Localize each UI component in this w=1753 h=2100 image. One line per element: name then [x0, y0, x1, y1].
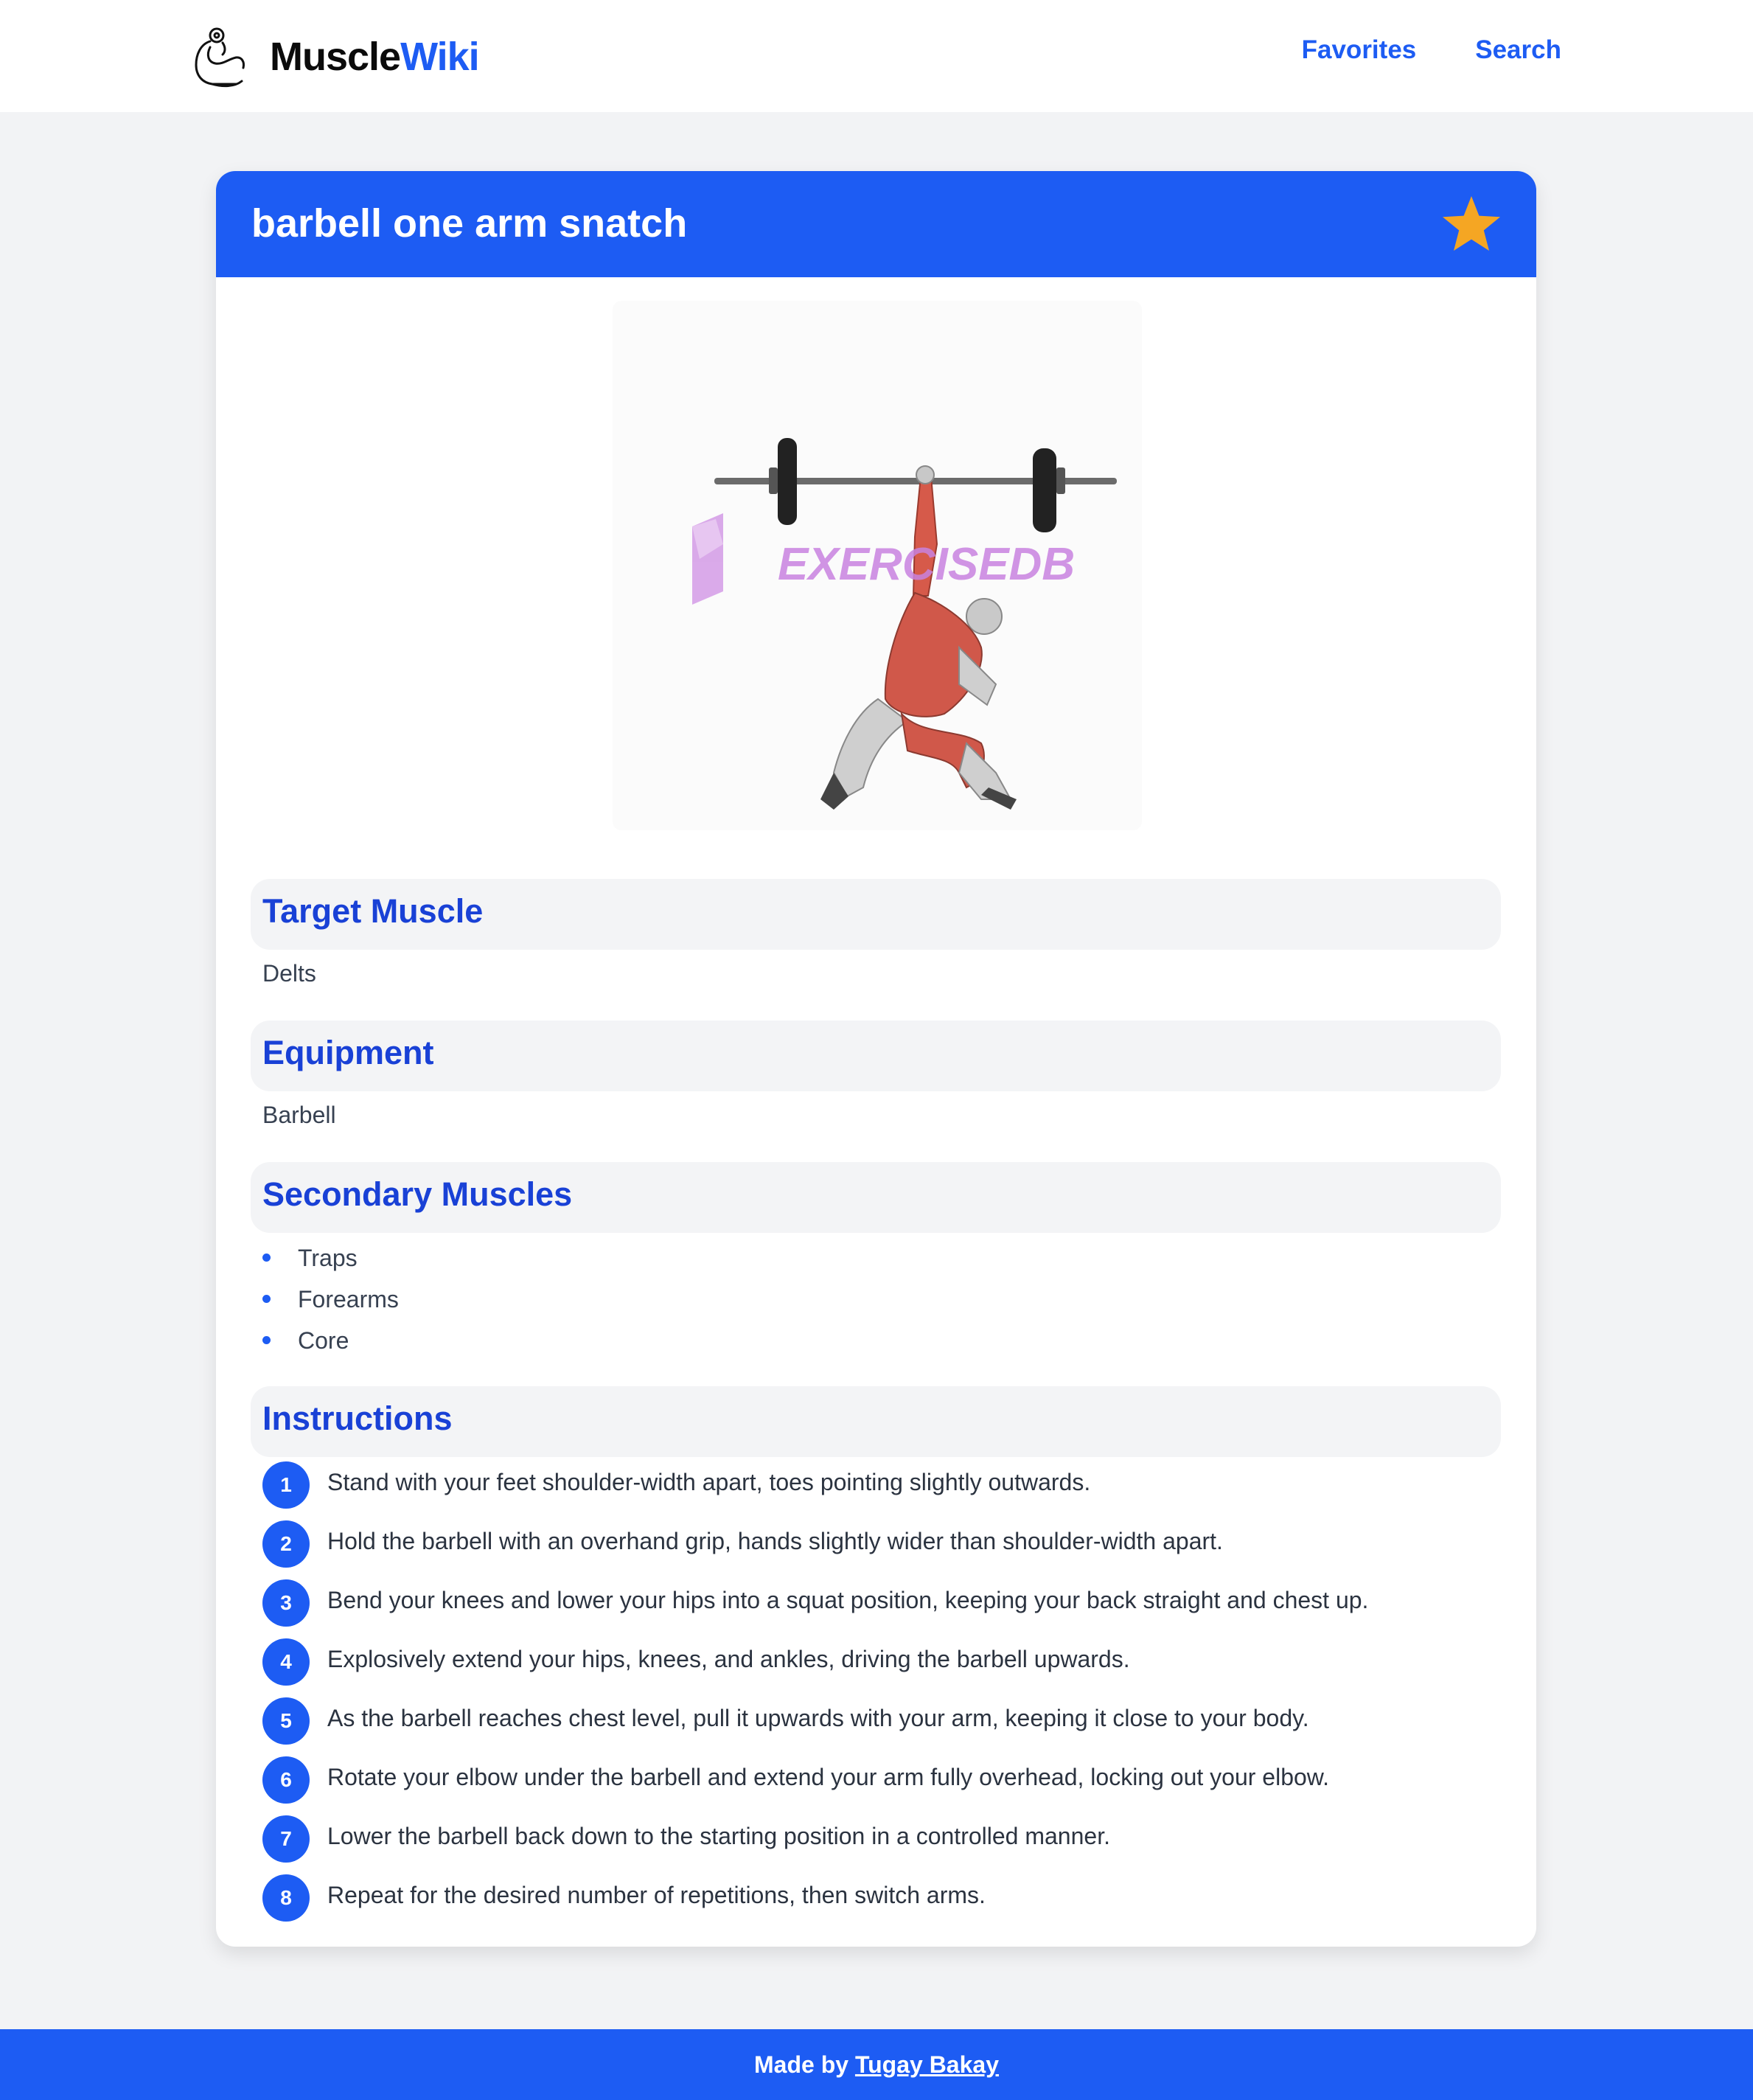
- step-text: Explosively extend your hips, knees, and…: [327, 1646, 1130, 1672]
- step-number-badge: 6: [262, 1756, 310, 1804]
- instruction-step: 8 Repeat for the desired number of repet…: [262, 1874, 1368, 1933]
- exercise-card-header: barbell one arm snatch: [216, 171, 1536, 277]
- brand-home-link[interactable]: MuscleWiki: [190, 24, 480, 90]
- target-muscle-value: Delts: [262, 960, 316, 987]
- list-item: Forearms: [262, 1284, 399, 1326]
- step-text: Bend your knees and lower your hips into…: [327, 1587, 1369, 1613]
- footer-credit-prefix: Made by: [754, 2051, 849, 2078]
- main-nav: Favorites Search: [1302, 35, 1561, 65]
- instructions-heading: Instructions: [262, 1400, 453, 1437]
- exercisedb-watermark: EXERCISEDB: [692, 513, 1075, 605]
- secondary-muscles-heading: Secondary Muscles: [262, 1175, 573, 1213]
- step-number-badge: 4: [262, 1638, 310, 1686]
- instruction-step: 3 Bend your knees and lower your hips in…: [262, 1579, 1368, 1638]
- brand-name-muscle: Muscle: [270, 35, 401, 79]
- list-item: Core: [262, 1326, 399, 1367]
- list-item: Traps: [262, 1243, 399, 1284]
- equipment-heading: Equipment: [262, 1034, 434, 1071]
- step-number-badge: 8: [262, 1874, 310, 1922]
- exercise-illustration: EXERCISEDB: [692, 438, 1117, 810]
- top-navigation-bar: MuscleWiki Favorites Search: [0, 0, 1753, 112]
- step-text: Rotate your elbow under the barbell and …: [327, 1764, 1330, 1790]
- step-number-badge: 5: [262, 1697, 310, 1745]
- flexed-arm-icon: [195, 27, 245, 88]
- instruction-step: 6 Rotate your elbow under the barbell an…: [262, 1756, 1368, 1815]
- brand-name-wiki: Wiki: [400, 35, 480, 79]
- step-number-badge: 3: [262, 1579, 310, 1627]
- brand-wordmark: MuscleWiki: [270, 34, 480, 80]
- target-muscle-section-header: Target Muscle: [251, 879, 1501, 950]
- instruction-step: 7 Lower the barbell back down to the sta…: [262, 1815, 1368, 1874]
- step-text: Stand with your feet shoulder-width apar…: [327, 1469, 1091, 1495]
- step-number-badge: 1: [262, 1461, 310, 1509]
- step-number-badge: 7: [262, 1815, 310, 1863]
- secondary-muscles-list: Traps Forearms Core: [262, 1243, 399, 1367]
- instruction-step: 1 Stand with your feet shoulder-width ap…: [262, 1461, 1368, 1520]
- target-muscle-heading: Target Muscle: [262, 892, 484, 930]
- step-number-badge: 2: [262, 1520, 310, 1568]
- instruction-step: 2 Hold the barbell with an overhand grip…: [262, 1520, 1368, 1579]
- equipment-value: Barbell: [262, 1102, 336, 1128]
- exercise-demo-image: EXERCISEDB: [613, 301, 1142, 830]
- nav-search-link[interactable]: Search: [1475, 35, 1561, 65]
- step-text: Hold the barbell with an overhand grip, …: [327, 1528, 1223, 1554]
- equipment-section-header: Equipment: [251, 1021, 1501, 1091]
- instructions-section-header: Instructions: [251, 1386, 1501, 1457]
- nav-favorites-link[interactable]: Favorites: [1302, 35, 1417, 65]
- footer-author-link[interactable]: Tugay Bakay: [855, 2051, 999, 2078]
- instruction-step: 4 Explosively extend your hips, knees, a…: [262, 1638, 1368, 1697]
- step-text: Repeat for the desired number of repetit…: [327, 1882, 986, 1908]
- star-icon[interactable]: [1440, 195, 1502, 254]
- exercise-detail-card: barbell one arm snatch EXERCISEDB Target…: [216, 171, 1536, 1947]
- step-text: Lower the barbell back down to the start…: [327, 1823, 1110, 1849]
- step-text: As the barbell reaches chest level, pull…: [327, 1705, 1309, 1731]
- instructions-list: 1 Stand with your feet shoulder-width ap…: [262, 1461, 1368, 1933]
- exercise-title: barbell one arm snatch: [251, 201, 688, 246]
- secondary-muscles-section-header: Secondary Muscles: [251, 1162, 1501, 1233]
- watermark-text: EXERCISEDB: [778, 539, 1075, 590]
- instruction-step: 5 As the barbell reaches chest level, pu…: [262, 1697, 1368, 1756]
- page-footer: Made by Tugay Bakay: [0, 2029, 1753, 2100]
